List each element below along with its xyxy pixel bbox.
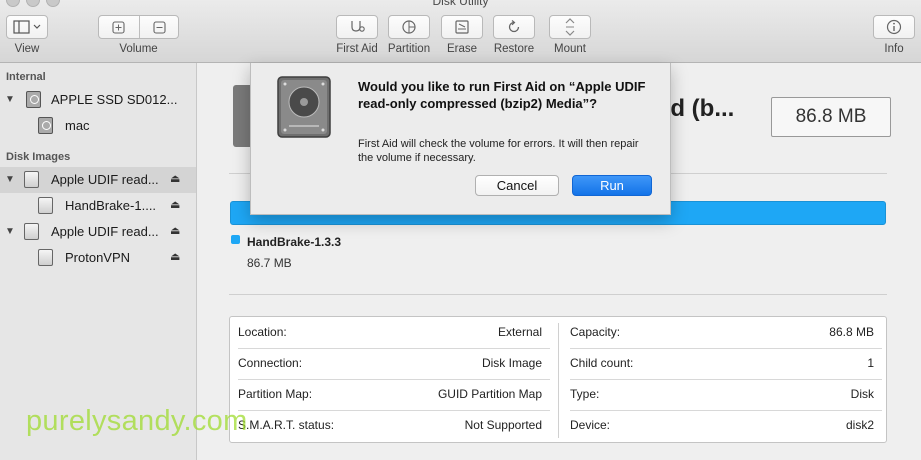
sidebar-item-mac[interactable]: mac bbox=[0, 113, 196, 139]
info-key: Capacity: bbox=[570, 325, 621, 339]
info-value: disk2 bbox=[845, 418, 874, 432]
info-key: Partition Map: bbox=[238, 387, 313, 401]
mount-icon bbox=[565, 18, 575, 36]
partition-button[interactable] bbox=[388, 15, 430, 39]
info-key: Connection: bbox=[238, 356, 303, 370]
info-label: Info bbox=[884, 43, 904, 55]
sidebar: Internal ▼ APPLE SSD SD012... mac Disk I… bbox=[0, 63, 197, 460]
remove-volume-button[interactable] bbox=[140, 16, 180, 38]
erase-icon bbox=[455, 20, 469, 34]
info-row-connection: Connection: Disk Image bbox=[230, 348, 550, 379]
view-label: View bbox=[14, 43, 40, 55]
sidebar-item-apple-udif-2[interactable]: ▼ Apple UDIF read... ⏏ bbox=[0, 219, 196, 245]
stethoscope-icon bbox=[351, 21, 365, 32]
sidebar-header-disk-images: Disk Images bbox=[6, 151, 71, 163]
erase-button[interactable] bbox=[441, 15, 483, 39]
info-value: Disk bbox=[850, 387, 874, 401]
mount-button[interactable] bbox=[549, 15, 591, 39]
disclosure-triangle-icon[interactable]: ▼ bbox=[5, 94, 15, 105]
sidebar-item-label: HandBrake-1.... bbox=[65, 198, 157, 213]
partition-label: Partition bbox=[387, 43, 431, 55]
info-key: Device: bbox=[570, 418, 611, 432]
sidebar-item-label: Apple UDIF read... bbox=[51, 224, 159, 239]
info-key: Location: bbox=[238, 325, 287, 339]
volume-icon bbox=[38, 197, 53, 214]
disclosure-triangle-icon[interactable]: ▼ bbox=[5, 226, 15, 237]
volume-label: Volume bbox=[119, 43, 158, 55]
sidebar-item-label: APPLE SSD SD012... bbox=[51, 92, 178, 107]
add-volume-icon bbox=[112, 21, 125, 34]
erase-label: Erase bbox=[446, 43, 478, 55]
legend-volume-name: HandBrake-1.3.3 bbox=[247, 235, 342, 249]
legend-volume-size: 86.7 MB bbox=[247, 256, 292, 270]
partition-icon bbox=[402, 20, 416, 34]
eject-icon[interactable]: ⏏ bbox=[170, 198, 180, 211]
info-table: Location: External Connection: Disk Imag… bbox=[229, 316, 887, 443]
eject-icon[interactable]: ⏏ bbox=[170, 172, 180, 185]
info-row-type: Type: Disk bbox=[562, 379, 882, 410]
info-value: Disk Image bbox=[481, 356, 542, 370]
info-row-child-count: Child count: 1 bbox=[562, 348, 882, 379]
volume-segmented-control bbox=[98, 15, 179, 39]
divider bbox=[229, 294, 887, 295]
add-volume-button[interactable] bbox=[99, 16, 139, 38]
info-value: External bbox=[497, 325, 542, 339]
sidebar-toggle-icon bbox=[13, 20, 41, 34]
volume-icon bbox=[38, 249, 53, 266]
view-button[interactable] bbox=[6, 15, 48, 39]
watermark: purelysandy.com bbox=[26, 405, 248, 437]
disk-image-icon bbox=[24, 223, 39, 240]
dialog-title: Would you like to run First Aid on “Appl… bbox=[358, 79, 646, 111]
info-icon bbox=[886, 19, 902, 35]
disclosure-triangle-icon[interactable]: ▼ bbox=[5, 174, 15, 185]
info-value: 86.8 MB bbox=[829, 325, 874, 339]
cancel-button[interactable]: Cancel bbox=[475, 175, 559, 196]
first-aid-label: First Aid bbox=[336, 43, 378, 55]
sidebar-header-internal: Internal bbox=[6, 71, 46, 83]
toolbar: Disk Utility View Volume First Aid Parti… bbox=[0, 0, 921, 63]
info-key: Type: bbox=[570, 387, 600, 401]
sidebar-item-handbrake[interactable]: HandBrake-1.... ⏏ bbox=[0, 193, 196, 219]
hard-disk-icon bbox=[277, 76, 331, 138]
run-button[interactable]: Run bbox=[572, 175, 652, 196]
info-key: S.M.A.R.T. status: bbox=[238, 418, 335, 432]
first-aid-dialog: Would you like to run First Aid on “Appl… bbox=[250, 63, 671, 215]
info-value: Not Supported bbox=[464, 418, 542, 432]
info-row-location: Location: External bbox=[230, 317, 550, 348]
info-value: GUID Partition Map bbox=[437, 387, 542, 401]
restore-label: Restore bbox=[493, 43, 535, 55]
first-aid-button[interactable] bbox=[336, 15, 378, 39]
sidebar-item-apple-udif-1[interactable]: ▼ Apple UDIF read... ⏏ bbox=[0, 167, 196, 193]
restore-button[interactable] bbox=[493, 15, 535, 39]
info-row-smart-status: S.M.A.R.T. status: Not Supported bbox=[230, 410, 550, 441]
eject-icon[interactable]: ⏏ bbox=[170, 250, 180, 263]
legend-color-swatch bbox=[231, 235, 240, 244]
remove-volume-icon bbox=[153, 21, 166, 34]
mount-label: Mount bbox=[554, 43, 586, 55]
sidebar-item-label: Apple UDIF read... bbox=[51, 172, 159, 187]
info-key: Child count: bbox=[570, 356, 634, 370]
internal-disk-icon bbox=[26, 91, 41, 108]
window-title: Disk Utility bbox=[432, 0, 489, 8]
info-row-device: Device: disk2 bbox=[562, 410, 882, 441]
sidebar-item-label: ProtonVPN bbox=[65, 250, 131, 265]
dialog-message: First Aid will check the volume for erro… bbox=[358, 138, 639, 164]
volume-icon bbox=[38, 117, 53, 134]
info-row-capacity: Capacity: 86.8 MB bbox=[562, 317, 882, 348]
eject-icon[interactable]: ⏏ bbox=[170, 224, 180, 237]
volume-size-box: 86.8 MB bbox=[771, 97, 891, 137]
sidebar-item-label: mac bbox=[65, 118, 90, 133]
sidebar-item-apple-ssd[interactable]: ▼ APPLE SSD SD012... bbox=[0, 87, 196, 113]
info-row-partition-map: Partition Map: GUID Partition Map bbox=[230, 379, 550, 410]
info-value: 1 bbox=[867, 356, 874, 370]
restore-icon bbox=[508, 20, 520, 33]
disk-image-icon bbox=[24, 171, 39, 188]
info-button[interactable] bbox=[873, 15, 915, 39]
sidebar-item-protonvpn[interactable]: ProtonVPN ⏏ bbox=[0, 245, 196, 271]
